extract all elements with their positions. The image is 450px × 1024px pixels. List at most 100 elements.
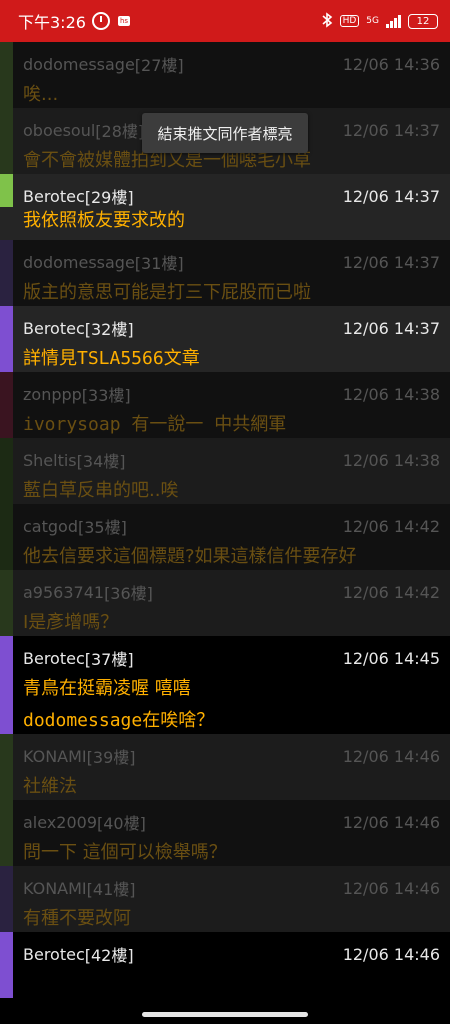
bluetooth-icon xyxy=(321,11,333,31)
comment-text: I是彥增嗎？ xyxy=(23,612,119,633)
comment-text: 問一下 這個可以檢舉嗎？ xyxy=(23,842,227,863)
comment-time: 12/06 14:42 xyxy=(342,516,440,536)
comment-time: 12/06 14:38 xyxy=(342,384,440,404)
comment-header: zonppp [33樓] 12/06 14:38 xyxy=(23,382,440,406)
comment-floor: [36樓] xyxy=(104,584,153,603)
comment-header: a9563741 [36樓] 12/06 14:42 xyxy=(23,580,440,604)
comment-row[interactable]: KONAMI [41樓] 12/06 14:46 有種不要改阿 xyxy=(0,866,450,932)
author-color-bar xyxy=(0,932,13,998)
comment-header: dodomessage [27樓] 12/06 14:36 xyxy=(23,52,440,76)
comment-author: Sheltis xyxy=(23,450,77,470)
comment-time: 12/06 14:37 xyxy=(342,318,440,338)
comment-author: dodomessage xyxy=(23,252,135,272)
comment-floor: [34樓] xyxy=(76,452,126,471)
comment-text: 有種不要改阿 xyxy=(23,908,131,929)
comment-time: 12/06 14:37 xyxy=(342,252,440,272)
comment-floor: [28樓] xyxy=(95,122,145,141)
comment-floor: [33樓] xyxy=(81,386,131,405)
comment-author: Berotec xyxy=(23,186,85,206)
author-color-bar xyxy=(0,504,13,570)
comment-row[interactable]: alex2009 [40樓] 12/06 14:46 問一下 這個可以檢舉嗎？ xyxy=(0,800,450,866)
comment-row-highlighted[interactable]: Berotec [42樓] 12/06 14:46 xyxy=(0,932,450,998)
author-color-bar xyxy=(0,174,13,207)
comment-floor: [42樓] xyxy=(84,946,134,965)
comment-row-highlighted[interactable]: Berotec [32樓] 12/06 14:37 詳情見TSLA5566文章 xyxy=(0,306,450,372)
author-color-bar xyxy=(0,866,13,932)
comment-text: 社維法 xyxy=(23,776,77,797)
comment-row[interactable]: dodomessage [31樓] 12/06 14:37 版主的意思可能是打三… xyxy=(0,240,450,306)
author-color-bar xyxy=(0,734,13,800)
comment-author: Berotec xyxy=(23,944,85,964)
status-bar: 下午3:26 hs HD 5G 12 xyxy=(0,0,450,42)
comment-floor: [41樓] xyxy=(86,880,136,899)
comment-time: 12/06 14:46 xyxy=(342,812,440,832)
home-gesture-handle[interactable] xyxy=(142,1012,308,1017)
comment-time: 12/06 14:45 xyxy=(342,648,440,668)
alarm-icon xyxy=(91,12,110,30)
comment-author: catgod xyxy=(23,516,78,536)
comment-author: Berotec xyxy=(23,648,85,668)
comment-time: 12/06 14:46 xyxy=(342,746,440,766)
comment-header: Berotec [29樓] 12/06 14:37 xyxy=(23,184,440,208)
comment-row[interactable]: zonppp [33樓] 12/06 14:38 ivorysoap 有一說一 … xyxy=(0,372,450,438)
comment-time: 12/06 14:46 xyxy=(342,944,440,964)
author-color-bar xyxy=(0,372,13,438)
hd-icon: HD xyxy=(339,15,360,27)
comment-row[interactable]: Sheltis [34樓] 12/06 14:38 藍白草反串的吧..唉 xyxy=(0,438,450,504)
comment-time: 12/06 14:37 xyxy=(342,186,440,206)
comment-floor: [40樓] xyxy=(97,814,146,833)
comment-author: KONAMI xyxy=(23,746,87,766)
comment-time: 12/06 14:37 xyxy=(342,120,440,140)
comment-time: 12/06 14:42 xyxy=(342,582,440,602)
comment-text: 藍白草反串的吧..唉 xyxy=(23,480,179,501)
comment-row-highlighted-cont[interactable]: 我依照板友要求改的 xyxy=(0,208,450,240)
author-color-bar xyxy=(0,438,13,504)
author-color-bar xyxy=(0,636,13,734)
comment-header: dodomessage [31樓] 12/06 14:37 xyxy=(23,250,440,274)
comment-header: Berotec [32樓] 12/06 14:37 xyxy=(23,316,440,340)
comment-text: dodomessage在唉啥？ xyxy=(23,710,215,731)
comment-header: Sheltis [34樓] 12/06 14:38 xyxy=(23,448,440,472)
comment-row-highlighted[interactable]: Berotec [37樓] 12/06 14:45 青鳥在挺霸凌喔 嘻嘻 dod… xyxy=(0,636,450,734)
comment-text: 青鳥在挺霸凌喔 嘻嘻 xyxy=(23,678,191,699)
comment-text: 詳情見TSLA5566文章 xyxy=(23,348,200,369)
comment-author: zonppp xyxy=(23,384,82,404)
comment-floor: [29樓] xyxy=(84,188,134,207)
network-5g-icon: 5G xyxy=(366,15,379,26)
comment-row[interactable]: KONAMI [39樓] 12/06 14:46 社維法 xyxy=(0,734,450,800)
comment-floor: [32樓] xyxy=(84,320,134,339)
comment-floor: [39樓] xyxy=(86,748,136,767)
comment-text: 我依照板友要求改的 xyxy=(23,210,185,231)
signal-icon xyxy=(386,14,401,28)
comment-time: 12/06 14:46 xyxy=(342,878,440,898)
author-color-bar xyxy=(0,108,13,174)
comment-floor: [37樓] xyxy=(84,650,134,669)
comment-header: catgod [35樓] 12/06 14:42 xyxy=(23,514,440,538)
comment-floor: [31樓] xyxy=(134,254,184,273)
status-time: 下午3:26 xyxy=(18,13,86,32)
comment-header: KONAMI [39樓] 12/06 14:46 xyxy=(23,744,440,768)
comment-time: 12/06 14:36 xyxy=(342,54,440,74)
comment-text: 唉... xyxy=(23,84,59,105)
comment-list[interactable]: dodomessage [27樓] 12/06 14:36 唉... oboes… xyxy=(0,42,450,998)
comment-header: Berotec [42樓] 12/06 14:46 xyxy=(23,942,440,966)
author-color-bar xyxy=(0,570,13,636)
status-icons: HD 5G 12 xyxy=(321,11,438,31)
comment-author: oboesoul xyxy=(23,120,96,140)
battery-icon: 12 xyxy=(408,13,438,29)
toast-message: 結束推文同作者標亮 xyxy=(142,113,308,153)
author-color-bar xyxy=(0,42,13,108)
comment-text: 他去信要求這個標題?如果這樣信件要存好 xyxy=(23,546,357,567)
comment-floor: [35樓] xyxy=(77,518,127,537)
comment-header: KONAMI [41樓] 12/06 14:46 xyxy=(23,876,440,900)
comment-row[interactable]: dodomessage [27樓] 12/06 14:36 唉... xyxy=(0,42,450,108)
comment-row[interactable]: a9563741 [36樓] 12/06 14:42 I是彥增嗎？ xyxy=(0,570,450,636)
comment-row[interactable]: catgod [35樓] 12/06 14:42 他去信要求這個標題?如果這樣信… xyxy=(0,504,450,570)
author-color-bar xyxy=(0,800,13,866)
comment-header: alex2009 [40樓] 12/06 14:46 xyxy=(23,810,440,834)
comment-author: dodomessage xyxy=(23,54,135,74)
comment-author: KONAMI xyxy=(23,878,87,898)
comment-author: alex2009 xyxy=(23,812,97,832)
comment-author: a9563741 xyxy=(23,582,105,602)
comment-author: Berotec xyxy=(23,318,85,338)
